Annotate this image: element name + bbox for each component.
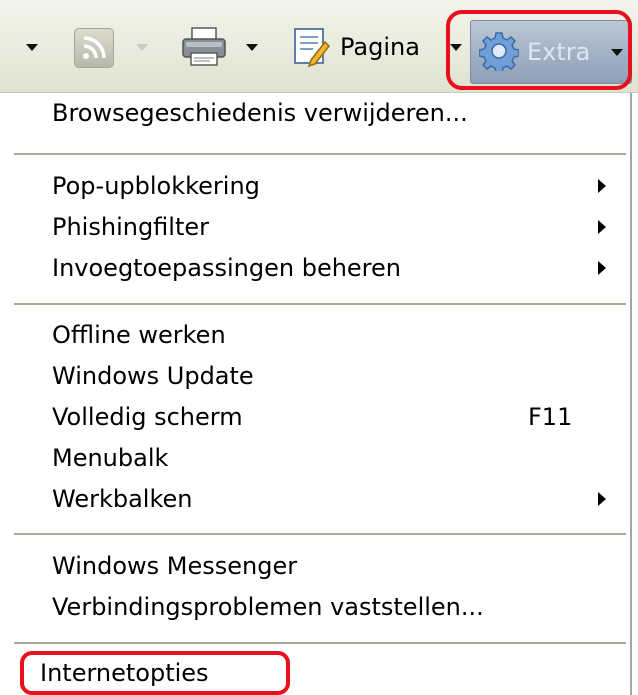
menu-item-menu-bar[interactable]: Menubalk xyxy=(52,438,168,478)
menu-item-windows-update[interactable]: Windows Update xyxy=(52,356,254,396)
menu-separator xyxy=(14,303,626,305)
page-menu-label[interactable]: Pagina xyxy=(340,26,420,68)
tools-highlight-annotation xyxy=(446,10,632,90)
menu-item-full-screen[interactable]: Volledig scherm xyxy=(52,397,243,437)
menu-item-delete-browsing-history[interactable]: Browsegeschiedenis verwijderen... xyxy=(52,93,468,133)
page-icon xyxy=(294,28,330,68)
menu-separator xyxy=(14,153,626,155)
print-button[interactable] xyxy=(180,26,228,68)
submenu-arrow-icon xyxy=(598,492,606,506)
feeds-icon xyxy=(83,36,106,59)
internet-options-highlight-annotation xyxy=(20,651,290,695)
printer-icon xyxy=(182,27,226,66)
menu-item-windows-messenger[interactable]: Windows Messenger xyxy=(52,546,297,586)
feeds-button[interactable] xyxy=(74,28,114,68)
menu-item-popup-blocker[interactable]: Pop-upblokkering xyxy=(52,166,260,206)
print-dropdown-arrow[interactable] xyxy=(246,44,258,51)
menu-item-diagnose-connection-problems[interactable]: Verbindingsproblemen vaststellen... xyxy=(52,587,484,627)
command-bar: Pagina Extra xyxy=(0,0,638,93)
tools-dropdown-menu: Browsegeschiedenis verwijderen... Pop-up… xyxy=(0,93,632,695)
menu-item-manage-add-ons[interactable]: Invoegtoepassingen beheren xyxy=(52,248,401,288)
feeds-dropdown-arrow[interactable] xyxy=(136,44,148,51)
submenu-arrow-icon xyxy=(598,220,606,234)
menu-item-phishing-filter[interactable]: Phishingfilter xyxy=(52,207,209,247)
full-screen-shortcut: F11 xyxy=(528,403,573,431)
menu-item-toolbars[interactable]: Werkbalken xyxy=(52,479,192,519)
submenu-arrow-icon xyxy=(598,261,606,275)
home-dropdown-arrow[interactable] xyxy=(26,44,38,51)
submenu-arrow-icon xyxy=(598,179,606,193)
menu-item-work-offline[interactable]: Offline werken xyxy=(52,315,226,355)
menu-separator xyxy=(14,533,626,535)
page-button-icon-wrap[interactable] xyxy=(290,26,332,68)
menu-separator xyxy=(14,642,626,644)
